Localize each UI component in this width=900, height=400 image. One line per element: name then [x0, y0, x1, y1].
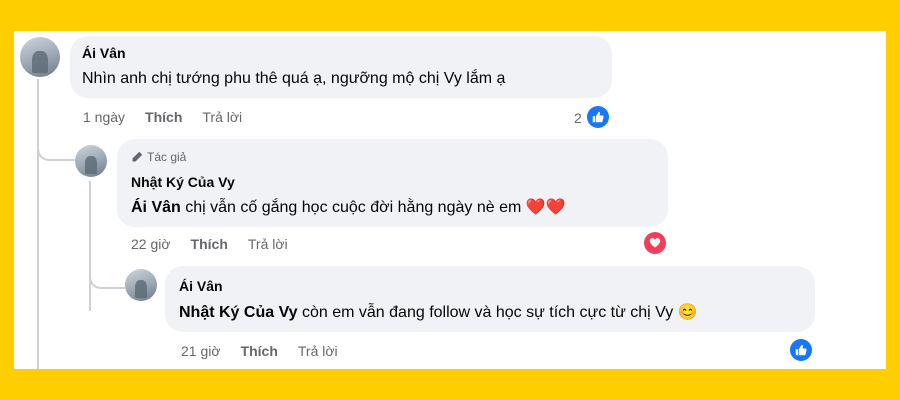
avatar[interactable] [20, 37, 60, 77]
reply-button[interactable]: Trả lời [298, 343, 338, 359]
thread-line [37, 79, 39, 369]
reply-time[interactable]: 21 giờ [181, 343, 221, 359]
reply-button[interactable]: Trả lời [248, 236, 288, 252]
reply-actions: 22 giờ Thích Trả lời [131, 236, 288, 252]
author-badge: Tác giả [131, 150, 186, 164]
comment-bubble: Ái Vân Nhìn anh chị tướng phu thê quá ạ,… [70, 36, 612, 98]
thumbs-up-icon[interactable] [587, 106, 609, 128]
like-button[interactable]: Thích [191, 236, 228, 252]
comment-actions: 1 ngày Thích Trả lời [83, 109, 242, 125]
pen-icon [132, 151, 143, 162]
thread-branch [89, 271, 125, 289]
comment-time[interactable]: 1 ngày [83, 109, 125, 125]
reply-bubble: Ái Vân Nhật Ký Của Vy còn em vẫn đang fo… [165, 266, 815, 332]
reply-time[interactable]: 22 giờ [131, 236, 171, 252]
reply-body: chị vẫn cố gắng học cuộc đời hằng ngày n… [180, 199, 526, 216]
reply-actions: 21 giờ Thích Trả lời [181, 343, 338, 359]
like-button[interactable]: Thích [241, 343, 278, 359]
author-badge-label: Tác giả [147, 150, 187, 164]
reply-body: còn em vẫn đang follow và học sự tích cự… [297, 304, 678, 321]
thumbs-up-icon[interactable] [790, 339, 812, 361]
comment-thread: Ái Vân Nhìn anh chị tướng phu thê quá ạ,… [14, 31, 886, 369]
reply-button[interactable]: Trả lời [202, 109, 242, 125]
mention-link[interactable]: Nhật Ký Của Vy [179, 304, 298, 321]
avatar[interactable] [125, 269, 157, 301]
thread-branch [37, 143, 75, 161]
reply-text: Nhật Ký Của Vy còn em vẫn đang follow và… [179, 302, 698, 322]
reply-text: Ái Vân chị vẫn cố gắng học cuộc đời hằng… [131, 197, 566, 217]
reply-author[interactable]: Ái Vân [179, 278, 223, 294]
comment-author[interactable]: Ái Vân [82, 45, 126, 61]
comment-text: Nhìn anh chị tướng phu thê quá ạ, ngưỡng… [82, 70, 506, 87]
reply-author[interactable]: Nhật Ký Của Vy [131, 174, 235, 190]
avatar[interactable] [75, 145, 107, 177]
reaction-count[interactable]: 2 [574, 110, 582, 126]
smile-emoji: 😊 [677, 304, 698, 321]
heart-emoji: ❤️❤️ [525, 199, 566, 216]
reply-bubble: Tác giả Nhật Ký Của Vy Ái Vân chị vẫn cố… [117, 139, 668, 227]
like-button[interactable]: Thích [145, 109, 182, 125]
heart-icon[interactable] [644, 232, 666, 254]
mention-link[interactable]: Ái Vân [131, 199, 181, 216]
thread-line [89, 181, 91, 311]
